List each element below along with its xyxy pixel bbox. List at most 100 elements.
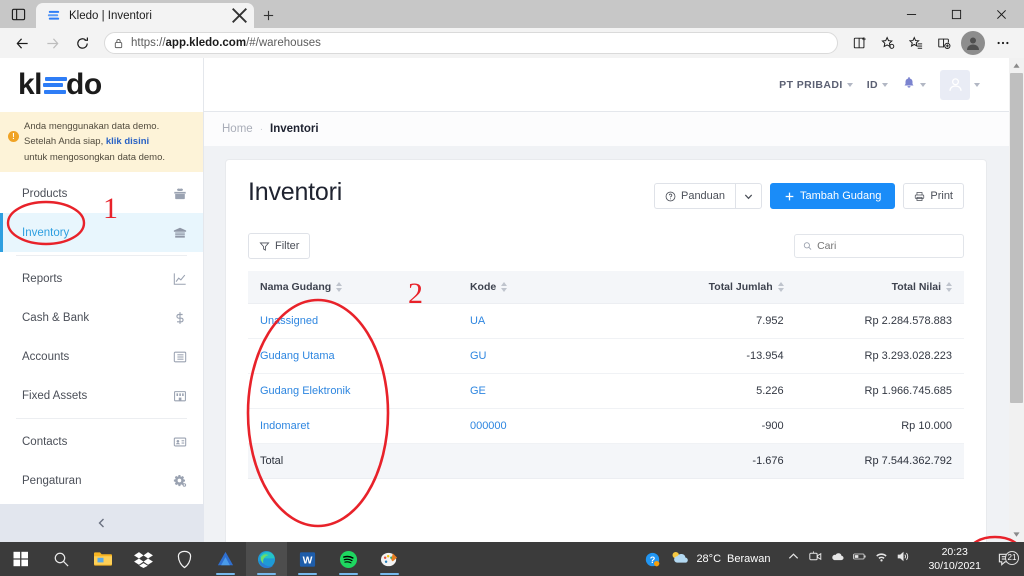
sidebar-item-accounts[interactable]: Accounts	[0, 337, 203, 376]
column-header-total-jumlah[interactable]: Total Jumlah	[648, 271, 814, 304]
chevron-down-icon	[920, 82, 926, 87]
notifications-button[interactable]	[902, 76, 926, 93]
favorites-list-icon[interactable]	[902, 30, 929, 56]
sidebar-collapse-button[interactable]	[0, 504, 204, 542]
battery-icon[interactable]	[853, 550, 867, 568]
scroll-down-arrow-icon[interactable]	[1009, 527, 1024, 542]
brave-icon[interactable]	[164, 542, 205, 576]
taskbar-search-icon[interactable]	[41, 542, 82, 576]
onedrive-icon[interactable]	[831, 550, 844, 568]
new-tab-button[interactable]	[254, 3, 282, 28]
table-total-row: Total -1.676 Rp 7.544.362.792	[248, 443, 964, 479]
search-box[interactable]	[794, 234, 964, 258]
company-selector[interactable]: PT PRIBADI	[779, 79, 853, 91]
scrollbar-thumb[interactable]	[1010, 73, 1023, 403]
taskbar-clock[interactable]: 20:23 30/10/2021	[919, 545, 990, 573]
table-row[interactable]: Gudang Elektronik GE 5.226 Rp 1.966.745.…	[248, 373, 964, 409]
chevron-up-icon[interactable]	[787, 550, 800, 568]
reload-icon[interactable]	[68, 30, 96, 56]
tab-strip-icon[interactable]	[0, 0, 36, 28]
table-tools: Filter	[248, 233, 964, 259]
app-blue-icon[interactable]	[205, 542, 246, 576]
cell-kode[interactable]: GU	[469, 338, 649, 374]
browser-tab[interactable]: Kledo | Inventori	[36, 3, 254, 28]
sidebar-item-cash-bank[interactable]: Cash & Bank	[0, 298, 203, 337]
kledo-logo[interactable]: kl do	[0, 58, 203, 112]
notification-center-button[interactable]: 21	[990, 550, 1020, 567]
dropbox-icon[interactable]	[123, 542, 164, 576]
cell-kode[interactable]: 000000	[469, 408, 649, 444]
more-options-icon[interactable]	[989, 30, 1016, 56]
cell-kode[interactable]: GE	[469, 373, 649, 409]
help-circle-icon[interactable]: ?	[635, 552, 669, 567]
cell-nama-gudang[interactable]: Gudang Elektronik	[248, 373, 470, 409]
sidebar-divider	[16, 255, 187, 257]
search-input[interactable]	[817, 240, 955, 252]
column-header-kode[interactable]: Kode	[469, 271, 649, 304]
address-bar[interactable]: https://app.kledo.com/#/warehouses	[104, 32, 838, 54]
cell-nama-gudang[interactable]: Indomaret	[248, 408, 470, 444]
sidebar-item-pengaturan[interactable]: Pengaturan	[0, 461, 203, 500]
add-warehouse-button[interactable]: Tambah Gudang	[770, 183, 896, 209]
sort-arrows-icon	[946, 282, 952, 292]
split-screen-icon[interactable]	[846, 30, 873, 56]
language-selector[interactable]: ID	[867, 79, 888, 91]
maximize-icon[interactable]	[934, 0, 979, 28]
wifi-icon[interactable]	[875, 550, 888, 568]
column-header-total-nilai[interactable]: Total Nilai	[813, 271, 964, 304]
sidebar-item-products[interactable]: Products	[0, 174, 203, 213]
profile-avatar-icon[interactable]	[961, 31, 985, 55]
list-icon	[173, 350, 187, 364]
sidebar-item-label: Inventory	[22, 226, 70, 239]
warehouse-icon	[173, 226, 187, 240]
sidebar-item-fixed-assets[interactable]: Fixed Assets	[0, 376, 203, 415]
cell-nama-gudang[interactable]: Gudang Utama	[248, 338, 470, 374]
add-favorite-icon[interactable]	[874, 30, 901, 56]
sidebar-item-reports[interactable]: Reports	[0, 259, 203, 298]
weather-widget[interactable]: 28°C Berawan	[669, 550, 778, 568]
page-scrollbar[interactable]	[1009, 58, 1024, 542]
word-icon[interactable]: W	[287, 542, 328, 576]
tab-title: Kledo | Inventori	[69, 9, 152, 22]
sidebar-item-contacts[interactable]: Contacts	[0, 422, 203, 461]
close-tab-icon[interactable]	[231, 7, 248, 24]
sidebar: kl do ! Anda menggunakan data demo. Sete…	[0, 58, 204, 542]
print-button[interactable]: Print	[903, 183, 964, 209]
scroll-up-arrow-icon[interactable]	[1009, 58, 1024, 73]
add-warehouse-label: Tambah Gudang	[800, 190, 882, 202]
edge-icon[interactable]	[246, 542, 287, 576]
minimize-icon[interactable]	[889, 0, 934, 28]
cell-kode[interactable]: UA	[469, 303, 649, 339]
spotify-icon[interactable]	[328, 542, 369, 576]
url-text: https://app.kledo.com/#/warehouses	[131, 37, 321, 49]
sidebar-item-inventory[interactable]: Inventory	[0, 213, 203, 253]
chevron-down-icon	[744, 194, 753, 199]
cell-total-jumlah: -1.676	[648, 443, 814, 479]
volume-icon[interactable]	[897, 550, 910, 568]
file-explorer-icon[interactable]	[82, 542, 123, 576]
filter-button[interactable]: Filter	[248, 233, 311, 259]
cell-nama-gudang[interactable]: Unassigned	[248, 303, 470, 339]
table-row[interactable]: Unassigned UA 7.952 Rp 2.284.578.883	[248, 303, 964, 339]
close-window-icon[interactable]	[979, 0, 1024, 28]
cell-total-jumlah: 7.952	[648, 303, 814, 339]
user-menu[interactable]	[940, 69, 980, 100]
products-icon	[173, 187, 187, 201]
search-icon	[803, 242, 812, 250]
table-row[interactable]: Gudang Utama GU -13.954 Rp 3.293.028.223	[248, 338, 964, 374]
paint-icon[interactable]	[369, 542, 410, 576]
collections-icon[interactable]	[930, 30, 957, 56]
column-label: Nama Gudang	[260, 281, 332, 293]
table-header-row: Nama Gudang Kode Total Jumlah Total Nila…	[248, 271, 964, 304]
gear-icon	[173, 474, 187, 488]
table-row[interactable]: Indomaret 000000 -900 Rp 10.000	[248, 408, 964, 444]
breadcrumb-home[interactable]: Home	[222, 123, 253, 135]
demo-reset-link[interactable]: klik disini	[106, 136, 149, 147]
windows-start-icon[interactable]	[0, 542, 41, 576]
sidebar-item-label: Accounts	[22, 350, 70, 363]
panduan-button[interactable]: Panduan	[653, 183, 736, 209]
back-arrow-icon[interactable]	[8, 30, 36, 56]
panduan-dropdown-button[interactable]	[735, 183, 763, 209]
meet-now-icon[interactable]	[809, 550, 822, 568]
column-header-nama-gudang[interactable]: Nama Gudang	[248, 271, 470, 304]
